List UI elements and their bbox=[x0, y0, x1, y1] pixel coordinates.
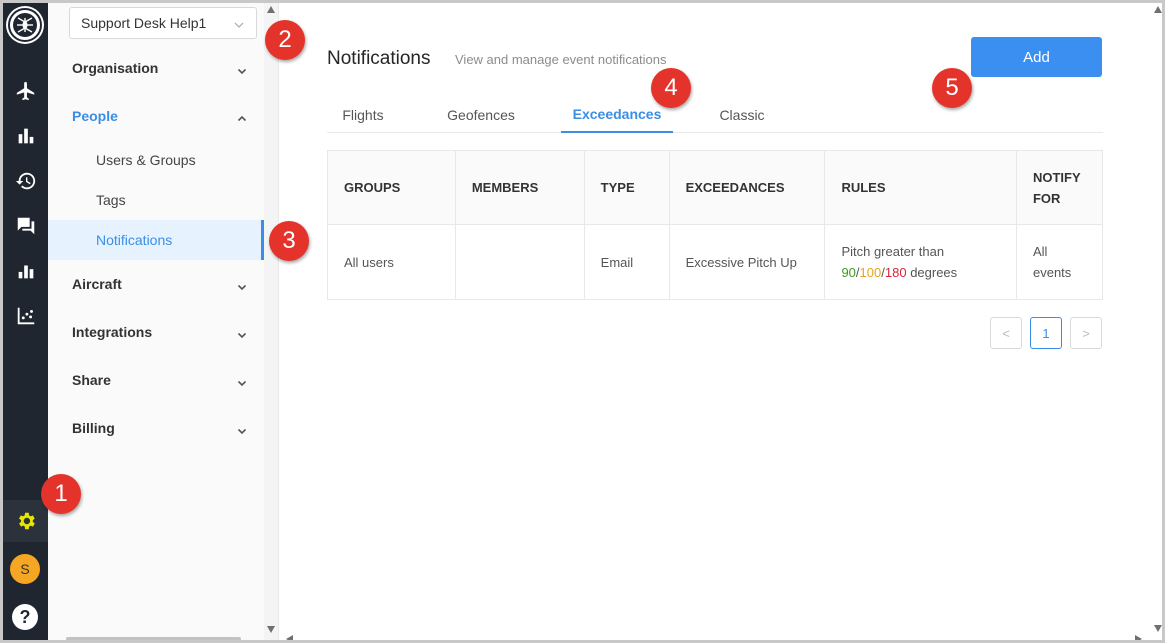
menu-share[interactable]: Share bbox=[48, 360, 264, 400]
rule-threshold-low: 90 bbox=[841, 265, 856, 280]
scroll-right-icon[interactable] bbox=[1135, 635, 1142, 640]
callout-badge-3: 3 bbox=[269, 221, 309, 261]
chevron-down-icon bbox=[237, 327, 247, 339]
pagination-prev-button[interactable]: < bbox=[990, 317, 1022, 349]
column-header-members[interactable]: MEMBERS bbox=[454, 150, 585, 225]
callout-badge-2: 2 bbox=[265, 20, 305, 60]
chevron-down-icon bbox=[237, 279, 247, 291]
avatar[interactable]: S bbox=[10, 554, 40, 584]
main-scrollbar[interactable] bbox=[1151, 3, 1162, 640]
chevron-down-icon bbox=[237, 375, 247, 387]
settings-gear-icon[interactable] bbox=[3, 500, 48, 542]
menu-people[interactable]: People bbox=[48, 96, 264, 136]
scroll-up-icon[interactable] bbox=[1154, 6, 1162, 13]
column-header-exceedances[interactable]: EXCEEDANCES bbox=[668, 150, 826, 225]
bar-chart-icon[interactable] bbox=[3, 121, 48, 151]
sidebar-horizontal-scrollbar[interactable] bbox=[66, 637, 241, 640]
table-header-row: GROUPS MEMBERS TYPE EXCEEDANCES RULES NO… bbox=[327, 150, 1104, 225]
main-divider bbox=[278, 3, 279, 640]
table-row[interactable]: All users Email Excessive Pitch Up Pitch… bbox=[327, 224, 1104, 300]
page-subtitle: View and manage event notifications bbox=[455, 52, 667, 67]
menu-item-users-groups[interactable]: Users & Groups bbox=[48, 140, 264, 180]
menu-integrations[interactable]: Integrations bbox=[48, 312, 264, 352]
notification-tabs: Flights Geofences Exceedances Classic bbox=[327, 96, 1103, 133]
menu-billing[interactable]: Billing bbox=[48, 408, 264, 448]
cell-groups: All users bbox=[327, 224, 456, 300]
logo-icon[interactable] bbox=[8, 8, 42, 42]
cell-members bbox=[454, 224, 585, 300]
chevron-down-icon bbox=[237, 423, 247, 435]
workspace-select[interactable]: Support Desk Help1 bbox=[69, 7, 257, 39]
sidebar-scrollbar[interactable] bbox=[264, 3, 278, 640]
menu-aircraft[interactable]: Aircraft bbox=[48, 264, 264, 304]
column-header-rules[interactable]: RULES bbox=[824, 150, 1017, 225]
scroll-left-icon[interactable] bbox=[286, 635, 293, 640]
cell-notify-for: All events bbox=[1015, 224, 1104, 300]
icon-rail: S ? bbox=[3, 3, 48, 640]
scroll-down-icon[interactable] bbox=[267, 626, 275, 633]
scroll-down-icon[interactable] bbox=[1154, 625, 1162, 632]
scatter-icon[interactable] bbox=[3, 301, 48, 331]
cell-rules: Pitch greater than 90/100/180 degrees bbox=[824, 224, 1017, 300]
chevron-down-icon bbox=[237, 63, 247, 75]
history-icon[interactable] bbox=[3, 166, 48, 196]
tab-classic[interactable]: Classic bbox=[707, 96, 777, 133]
app-window: S ? Support Desk Help1 Organisation Peop… bbox=[0, 0, 1165, 643]
tab-flights[interactable]: Flights bbox=[327, 96, 399, 133]
tab-geofences[interactable]: Geofences bbox=[435, 96, 527, 133]
column-header-groups[interactable]: GROUPS bbox=[327, 150, 456, 225]
column-header-notify-for[interactable]: NOTIFY FOR bbox=[1015, 150, 1104, 225]
chevron-down-icon bbox=[234, 17, 244, 28]
menu-item-notifications[interactable]: Notifications bbox=[48, 220, 264, 260]
page-title: Notifications bbox=[327, 48, 431, 69]
cell-exceedances: Excessive Pitch Up bbox=[668, 224, 826, 300]
rule-threshold-high: 180 bbox=[884, 265, 907, 280]
pagination-page-button[interactable]: 1 bbox=[1030, 317, 1062, 349]
chevron-up-icon bbox=[237, 111, 247, 122]
menu-item-tags[interactable]: Tags bbox=[48, 180, 264, 220]
rules-prefix: Pitch greater than bbox=[841, 244, 945, 259]
menu-organisation[interactable]: Organisation bbox=[48, 48, 264, 88]
settings-sidebar: Support Desk Help1 Organisation People U… bbox=[48, 3, 278, 640]
callout-badge-1: 1 bbox=[41, 474, 81, 514]
chat-icon[interactable] bbox=[3, 211, 48, 241]
callout-badge-5: 5 bbox=[932, 68, 972, 108]
notifications-table: GROUPS MEMBERS TYPE EXCEEDANCES RULES NO… bbox=[327, 150, 1104, 300]
scroll-up-icon[interactable] bbox=[267, 6, 275, 13]
callout-badge-4: 4 bbox=[651, 68, 691, 108]
airplane-icon[interactable] bbox=[3, 76, 48, 106]
pagination-next-button[interactable]: > bbox=[1070, 317, 1102, 349]
cell-type: Email bbox=[583, 224, 670, 300]
stats-icon[interactable] bbox=[3, 256, 48, 286]
workspace-select-value: Support Desk Help1 bbox=[81, 15, 207, 31]
rule-threshold-mid: 100 bbox=[859, 265, 882, 280]
column-header-type[interactable]: TYPE bbox=[583, 150, 670, 225]
add-button[interactable]: Add bbox=[971, 37, 1102, 77]
rules-suffix: degrees bbox=[910, 265, 958, 280]
help-icon[interactable]: ? bbox=[12, 604, 38, 630]
